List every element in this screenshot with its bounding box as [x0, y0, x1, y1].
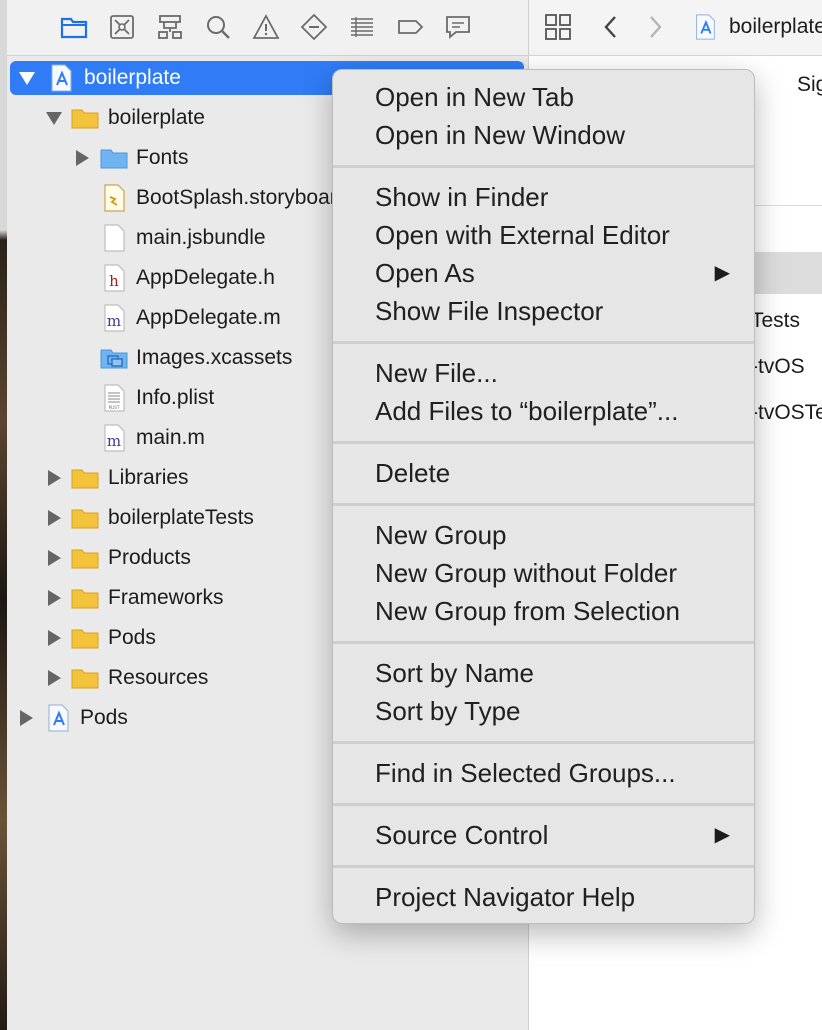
blue-folder-icon: [99, 143, 129, 173]
disclosure-collapsed-icon[interactable]: [45, 509, 63, 527]
menu-item-new-file[interactable]: New File...: [375, 354, 498, 392]
menu-item-new-group-from-selection[interactable]: New Group from Selection: [375, 592, 680, 630]
back-chevron-icon[interactable]: [601, 12, 621, 42]
hierarchy-icon[interactable]: [155, 12, 185, 42]
menu-separator: [333, 441, 754, 444]
yellow-folder-icon: [70, 543, 100, 573]
xcode-project-icon: [46, 63, 76, 93]
target-item-tvos[interactable]: -tvOS: [751, 355, 805, 379]
svg-text:h: h: [109, 272, 119, 290]
disclosure-expanded-icon[interactable]: [45, 109, 63, 127]
menu-item-add-files[interactable]: Add Files to “boilerplate”...: [375, 392, 678, 430]
menu-item-open-with-external-editor[interactable]: Open with External Editor: [375, 216, 670, 254]
debug-icon[interactable]: [347, 12, 377, 42]
svg-text:m: m: [107, 432, 121, 450]
tree-item-label: main.m: [136, 426, 205, 449]
menu-item-open-as[interactable]: Open As: [375, 254, 475, 292]
jump-bar-title[interactable]: boilerplate: [729, 15, 822, 39]
tree-item-label: Images.xcassets: [136, 346, 293, 369]
tree-item-label: boilerplate: [108, 106, 205, 129]
tree-item-label: Pods: [80, 706, 128, 729]
menu-item-show-file-inspector[interactable]: Show File Inspector: [375, 292, 603, 330]
tree-item-label: main.jsbundle: [136, 226, 266, 249]
yellow-folder-icon: [70, 103, 100, 133]
related-items-grid-icon[interactable]: [543, 12, 573, 42]
menu-separator: [333, 865, 754, 868]
target-item-tests[interactable]: Tests: [751, 309, 800, 333]
menu-item-new-group-without-folder[interactable]: New Group without Folder: [375, 554, 677, 592]
disclosure-collapsed-icon[interactable]: [45, 549, 63, 567]
submenu-arrow-icon: ▶: [714, 262, 730, 284]
disclosure-collapsed-icon[interactable]: [45, 669, 63, 687]
tab-signing-partial[interactable]: Sig: [797, 73, 822, 97]
tree-item-label: boilerplate: [84, 66, 181, 89]
objc-file-icon: m: [99, 423, 129, 453]
navigator-toolbar: [7, 0, 528, 56]
yellow-folder-icon: [70, 503, 100, 533]
tree-item-label: boilerplateTests: [108, 506, 254, 529]
warning-icon[interactable]: [251, 12, 281, 42]
disclosure-collapsed-icon[interactable]: [45, 629, 63, 647]
storyboard-file-icon: [99, 183, 129, 213]
tree-item-label: Pods: [108, 626, 156, 649]
menu-separator: [333, 741, 754, 744]
menu-item-find-in-selected-groups[interactable]: Find in Selected Groups...: [375, 754, 676, 792]
menu-item-sort-by-name[interactable]: Sort by Name: [375, 654, 534, 692]
disclosure-collapsed-icon[interactable]: [73, 149, 91, 167]
yellow-folder-icon: [70, 623, 100, 653]
report-icon[interactable]: [443, 12, 473, 42]
source-control-icon[interactable]: [107, 12, 137, 42]
tree-item-label: Libraries: [108, 466, 189, 489]
submenu-arrow-icon: ▶: [714, 824, 730, 846]
tree-item-label: AppDelegate.m: [136, 306, 281, 329]
jump-bar: boilerplate: [529, 0, 822, 56]
tree-item-label: Resources: [108, 666, 209, 689]
context-menu: Open in New Tab Open in New Window Show …: [332, 69, 755, 924]
svg-text:m: m: [107, 312, 121, 330]
menu-item-open-in-new-tab[interactable]: Open in New Tab: [375, 78, 574, 116]
blank-file-icon: [99, 223, 129, 253]
menu-separator: [333, 503, 754, 506]
yellow-folder-icon: [70, 663, 100, 693]
disclosure-expanded-icon[interactable]: [18, 69, 36, 87]
menu-item-project-navigator-help[interactable]: Project Navigator Help: [375, 878, 635, 916]
menu-item-source-control[interactable]: Source Control: [375, 816, 548, 854]
menu-separator: [333, 803, 754, 806]
target-item-tvostests[interactable]: -tvOSTe: [751, 401, 822, 425]
tree-item-label: Products: [108, 546, 191, 569]
menu-item-delete[interactable]: Delete: [375, 454, 450, 492]
disclosure-collapsed-icon[interactable]: [17, 709, 35, 727]
xcode-project-icon: [691, 12, 719, 42]
menu-item-show-in-finder[interactable]: Show in Finder: [375, 178, 548, 216]
tree-item-label: Info.plist: [136, 386, 215, 409]
tree-item-label: AppDelegate.h: [136, 266, 275, 289]
tree-item-label: Fonts: [136, 146, 189, 169]
breakpoint-icon[interactable]: [395, 12, 425, 42]
forward-chevron-icon[interactable]: [645, 12, 665, 42]
menu-separator: [333, 341, 754, 344]
menu-item-open-in-new-window[interactable]: Open in New Window: [375, 116, 625, 154]
folder-icon[interactable]: [59, 12, 89, 42]
test-icon[interactable]: [299, 12, 329, 42]
menu-item-sort-by-type[interactable]: Sort by Type: [375, 692, 521, 730]
disclosure-collapsed-icon[interactable]: [45, 469, 63, 487]
tree-item-label: Frameworks: [108, 586, 224, 609]
search-icon[interactable]: [203, 12, 233, 42]
asset-catalog-icon: [99, 343, 129, 373]
tree-item-label: BootSplash.storyboard: [136, 186, 349, 209]
header-file-icon: h: [99, 263, 129, 293]
menu-item-new-group[interactable]: New Group: [375, 516, 507, 554]
svg-text:PLIST: PLIST: [109, 405, 120, 410]
disclosure-collapsed-icon[interactable]: [45, 589, 63, 607]
menu-separator: [333, 641, 754, 644]
objc-file-icon: m: [99, 303, 129, 333]
yellow-folder-icon: [70, 463, 100, 493]
yellow-folder-icon: [70, 583, 100, 613]
menu-separator: [333, 165, 754, 168]
xcode-project-icon: [43, 703, 73, 733]
plist-file-icon: PLIST: [99, 383, 129, 413]
desktop-background-strip: [0, 0, 7, 1030]
